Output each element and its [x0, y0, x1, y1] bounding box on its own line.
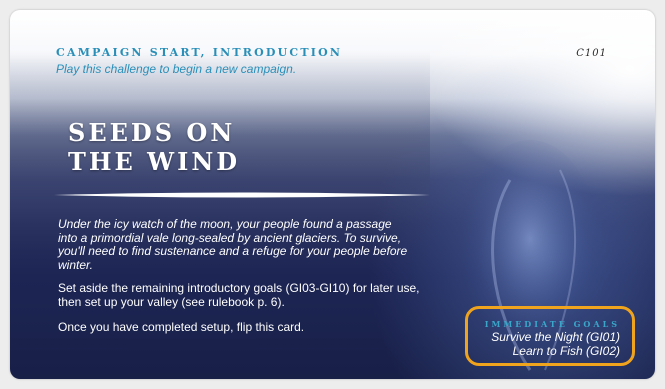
- card-title: Seeds on the Wind: [68, 118, 428, 176]
- card-title-line-2: the Wind: [68, 147, 241, 176]
- goal-item-learn-to-fish[interactable]: Learn to Fish (GI02): [513, 344, 620, 358]
- immediate-goals-heading: Immediate Goals: [484, 319, 620, 329]
- flavor-text: Under the icy watch of the moon, your pe…: [58, 217, 408, 272]
- campaign-subheading: Campaign Start, Introduction: [56, 46, 343, 59]
- card-code: C101: [576, 48, 607, 59]
- challenge-card: Campaign Start, Introduction Play this c…: [10, 10, 655, 379]
- intro-text: Play this challenge to begin a new campa…: [56, 62, 297, 76]
- flip-instruction: Once you have completed setup, flip this…: [58, 320, 305, 334]
- setup-instructions: Set aside the remaining introductory goa…: [58, 281, 420, 309]
- goal-item-survive-night[interactable]: Survive the Night (GI01): [491, 330, 620, 344]
- immediate-goals-box[interactable]: Immediate Goals Survive the Night (GI01)…: [465, 306, 635, 366]
- title-divider: [54, 192, 430, 198]
- card-title-line-1: Seeds on: [68, 118, 236, 147]
